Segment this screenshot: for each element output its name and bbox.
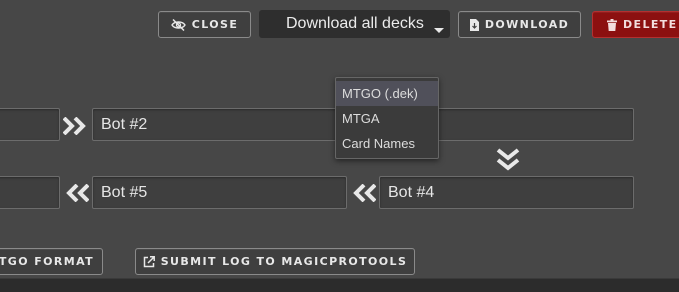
player-slot-bot-4[interactable]: Bot #4 <box>379 176 634 209</box>
footer-bar <box>0 278 679 292</box>
menu-item-card-names[interactable]: Card Names <box>336 131 438 156</box>
double-chevron-down-icon <box>496 148 520 171</box>
download-button-label: DOWNLOAD <box>484 18 570 31</box>
delete-button-label: DELETE <box>623 18 678 31</box>
player-slot-label: Bot #4 <box>388 183 435 201</box>
menu-item-mtga[interactable]: MTGA <box>336 106 438 131</box>
double-chevron-left-icon <box>353 184 376 202</box>
double-chevron-left-icon <box>66 184 89 202</box>
close-button-label: CLOSE <box>191 18 239 31</box>
player-slot-label: Bot #2 <box>101 115 148 133</box>
delete-button[interactable]: DELETE <box>592 11 679 38</box>
download-button[interactable]: DOWNLOAD <box>458 11 581 38</box>
file-download-icon <box>469 18 479 31</box>
submit-log-button[interactable]: SUBMIT LOG TO MAGICPROTOOLS <box>135 248 415 275</box>
player-slot-bot-5[interactable]: Bot #5 <box>92 176 347 209</box>
menu-item-label: MTGA <box>342 111 380 126</box>
double-chevron-right-icon <box>63 117 86 135</box>
download-select[interactable]: Download all decks <box>259 10 450 38</box>
caret-down-icon <box>434 28 444 33</box>
player-slot-row1-left[interactable] <box>0 108 60 141</box>
submit-log-label: SUBMIT LOG TO MAGICPROTOOLS <box>160 255 408 268</box>
close-button[interactable]: CLOSE <box>158 11 251 38</box>
menu-item-label: Card Names <box>342 136 415 151</box>
download-format-menu: MTGO (.dek) MTGA Card Names <box>335 77 439 159</box>
eye-slash-icon <box>170 18 186 31</box>
player-slot-row2-left[interactable] <box>0 176 60 209</box>
menu-item-label: MTGO (.dek) <box>342 86 418 101</box>
mtgo-format-label: TGO FORMAT <box>0 255 95 268</box>
menu-item-mtgo-dek[interactable]: MTGO (.dek) <box>336 81 438 106</box>
trash-icon <box>607 18 617 31</box>
player-slot-label: Bot #5 <box>101 183 148 201</box>
external-link-icon <box>143 255 155 268</box>
download-select-value: Download all decks <box>286 15 424 32</box>
mtgo-format-button[interactable]: TGO FORMAT <box>0 248 103 275</box>
